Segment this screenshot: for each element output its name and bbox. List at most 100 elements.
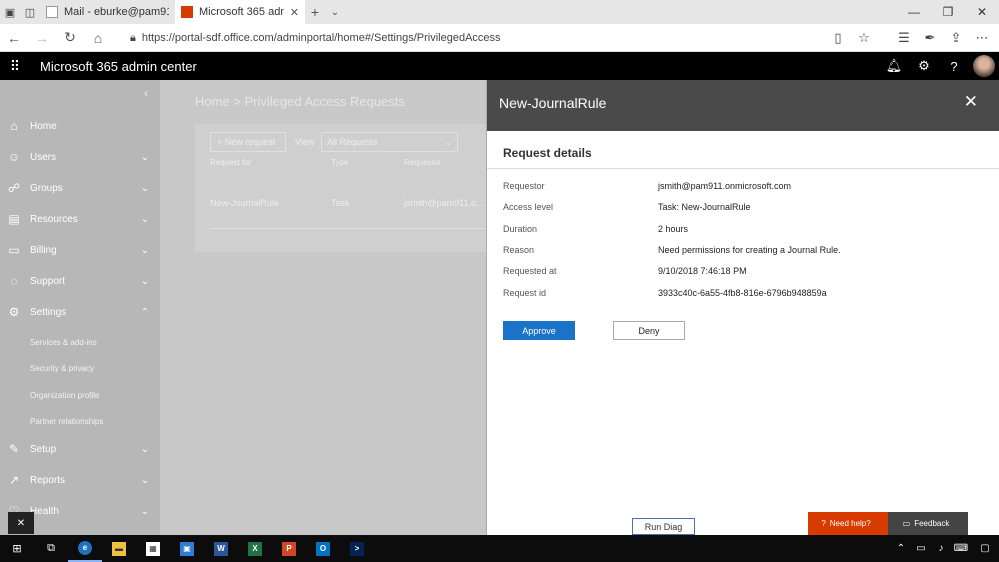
tab-preview-icon[interactable]: ◫ [20, 0, 40, 24]
column-header-requestor[interactable]: Requestor [404, 158, 441, 167]
nav-item-label: Setup [30, 443, 57, 455]
close-window-icon[interactable]: ✕ [965, 0, 999, 24]
table-cell-type: Task [331, 198, 350, 208]
browser-tab-strip: ▣ ◫ Mail - eburke@pam911.onn Microsoft 3… [0, 0, 999, 24]
file-explorer-icon[interactable]: ▬ [102, 535, 136, 562]
powershell-app-icon[interactable]: > [340, 535, 374, 562]
forward-icon[interactable]: → [28, 24, 56, 52]
section-divider [487, 168, 999, 169]
detail-value-request-id: 3933c40c-6a55-4fb8-816e-6796b948859a [658, 288, 827, 298]
action-center-icon[interactable]: ▢ [971, 543, 999, 554]
store-icon[interactable]: ▦ [136, 535, 170, 562]
favorites-hub-icon[interactable]: ☰ [891, 24, 917, 52]
nav-item-reports[interactable]: ↗ Reports ⌄ [0, 465, 160, 495]
new-request-button[interactable]: + New request [210, 132, 286, 152]
excel-app-icon[interactable]: X [238, 535, 272, 562]
feedback-label: Feedback [914, 519, 950, 528]
main-content-overlay: Home > Privileged Access Requests + New … [160, 80, 486, 535]
favorite-star-icon[interactable]: ☆ [851, 24, 877, 52]
sidebar-subitem-org-profile[interactable]: Organization profile [30, 391, 99, 400]
deny-button[interactable]: Deny [613, 321, 685, 340]
nav-item-users[interactable]: ☺ Users ⌄ [0, 142, 160, 172]
volume-icon[interactable]: ♪ [931, 543, 951, 554]
start-windows-icon[interactable]: ⊞ [0, 535, 34, 562]
app-launcher-icon[interactable]: ⠿ [0, 52, 30, 80]
nav-item-support[interactable]: ◌ Support ⌄ [0, 266, 160, 296]
collapse-nav-chevron-icon[interactable]: ‹ [144, 86, 148, 100]
nav-item-resources[interactable]: ▤ Resources ⌄ [0, 204, 160, 234]
lock-icon: 🔒︎ [130, 31, 136, 44]
nav-item-billing[interactable]: ▭ Billing ⌄ [0, 235, 160, 265]
avatar[interactable] [973, 55, 995, 77]
address-bar-row: ← → ↻ ⌂ 🔒︎ https://portal-sdf.office.com… [0, 24, 999, 52]
powerpoint-letter: P [282, 541, 296, 556]
tab-mail[interactable]: Mail - eburke@pam911.onn [40, 0, 175, 24]
need-help-label: Need help? [829, 519, 871, 528]
detail-label-reason: Reason [503, 245, 535, 255]
back-icon[interactable]: ← [0, 24, 28, 52]
word-app-icon[interactable]: W [204, 535, 238, 562]
need-help-button[interactable]: ? Need help? [808, 512, 888, 535]
table-cell-request-for[interactable]: New-JournalRule [210, 198, 279, 208]
mail-favicon-icon [46, 6, 58, 18]
nav-item-label: Reports [30, 474, 66, 486]
outlook-app-icon[interactable]: O [306, 535, 340, 562]
settings-gear-icon[interactable]: ⚙ [909, 58, 939, 74]
edge-browser-icon[interactable]: e [68, 535, 102, 562]
nav-item-label: Resources [30, 213, 78, 225]
reading-view-icon[interactable]: ▯ [825, 24, 851, 52]
tray-chevron-up-icon[interactable]: ⌃ [891, 543, 911, 554]
approve-button[interactable]: Approve [503, 321, 575, 340]
view-filter-select[interactable]: All Requests ⌄ [321, 132, 458, 152]
refresh-icon[interactable]: ↻ [56, 24, 84, 52]
panel-title: New-JournalRule [499, 95, 607, 111]
share-icon[interactable]: ⇪ [943, 24, 969, 52]
notifications-bell-icon[interactable]: 🔔︎ [879, 58, 909, 74]
section-title: Request details [503, 146, 592, 160]
feedback-speech-icon: ▭ [902, 519, 911, 528]
resources-icon: ▤ [8, 212, 20, 226]
restore-icon[interactable]: ❐ [931, 0, 965, 24]
minimize-icon[interactable]: — [897, 0, 931, 24]
detail-label-requested-at: Requested at [503, 266, 557, 276]
task-view-icon[interactable]: ⧉ [34, 535, 68, 562]
notes-pen-icon[interactable]: ✒ [917, 24, 943, 52]
run-diag-button[interactable]: Run Diag [632, 518, 695, 535]
sidebar-subitem-security[interactable]: Security & privacy [30, 364, 94, 373]
column-header-type[interactable]: Type [331, 158, 348, 167]
detail-value-duration: 2 hours [658, 224, 689, 234]
url-field[interactable]: 🔒︎ https://portal-sdf.office.com/adminpo… [130, 28, 850, 48]
nav-item-label: Support [30, 275, 66, 287]
language-icon[interactable]: ⌨ [951, 543, 971, 554]
home-icon: ⌂ [10, 119, 18, 133]
sidebar-subitem-partners[interactable]: Partner relationships [30, 417, 103, 426]
view-label: View [295, 137, 315, 147]
nav-item-groups[interactable]: ☍ Groups ⌄ [0, 173, 160, 203]
network-icon[interactable]: ▭ [911, 543, 931, 554]
nav-item-settings[interactable]: ⚙ Settings ⌃ [0, 297, 160, 327]
close-tab-icon[interactable]: ✕ [290, 6, 299, 19]
tab-admin-center[interactable]: Microsoft 365 admin ce ✕ [175, 0, 305, 24]
sidebar-subitem-services[interactable]: Services & add-ins [30, 338, 97, 347]
new-tab-icon[interactable]: + [305, 0, 325, 24]
column-header-request-for[interactable]: Request for [210, 158, 251, 167]
help-icon[interactable]: ? [939, 59, 969, 74]
tab-actions-icon[interactable]: ▣ [0, 0, 20, 24]
home-browser-icon[interactable]: ⌂ [84, 24, 112, 52]
word-letter: W [214, 541, 228, 556]
settings-icon: ⚙ [8, 305, 20, 319]
remote-desktop-icon[interactable]: ▣ [170, 535, 204, 562]
request-details-panel: New-JournalRule ✕ Request details Reques… [486, 80, 999, 535]
groups-icon: ☍ [7, 181, 21, 195]
nav-item-home[interactable]: ⌂ Home [0, 111, 160, 141]
bird-badge-icon[interactable]: ✕ [8, 512, 34, 534]
windows-taskbar: ⊞ ⧉ e ▬ ▦ ▣ W X P O > ⌃ ▭ ♪ ⌨ ▢ [0, 535, 999, 562]
tab-list-chevron-icon[interactable]: ⌄ [325, 0, 345, 24]
powerpoint-app-icon[interactable]: P [272, 535, 306, 562]
table-cell-requestor: jsmith@pam911.o... [404, 198, 484, 208]
close-icon[interactable]: ✕ [964, 92, 978, 112]
more-icon[interactable]: ⋯ [969, 24, 995, 52]
setup-icon: ✎ [8, 442, 20, 456]
feedback-button[interactable]: ▭ Feedback [888, 512, 968, 535]
nav-item-setup[interactable]: ✎ Setup ⌄ [0, 434, 160, 464]
